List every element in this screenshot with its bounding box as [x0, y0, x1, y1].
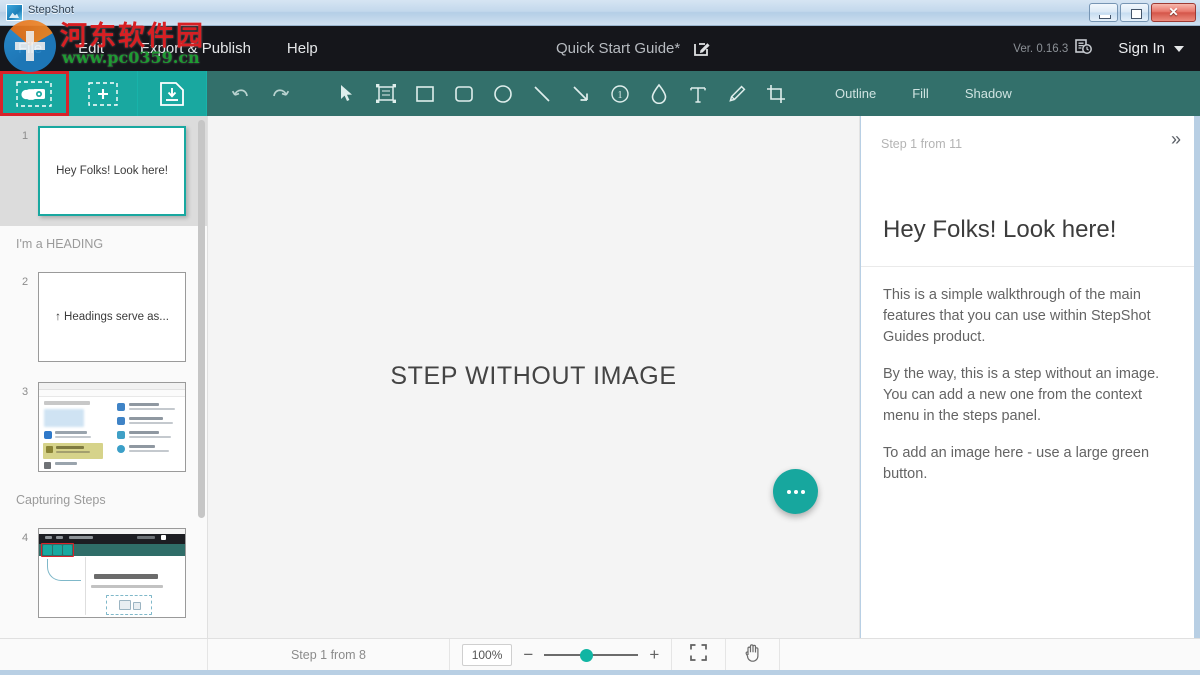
- zoom-out-button[interactable]: −: [523, 646, 533, 663]
- document-title-area: Quick Start Guide*: [556, 26, 711, 71]
- capture-screenshot-button[interactable]: [0, 71, 69, 116]
- close-button[interactable]: ✕: [1151, 3, 1196, 22]
- steps-panel[interactable]: 1 Hey Folks! Look here! I'm a HEADING 2 …: [0, 116, 208, 638]
- pointer-tool[interactable]: [327, 71, 366, 116]
- menu-help[interactable]: Help: [269, 26, 336, 71]
- blur-tool[interactable]: [639, 71, 678, 116]
- step-paragraph: To add an image here - use a large green…: [883, 443, 1172, 485]
- version-text: Ver. 0.16.3: [1013, 43, 1068, 55]
- svg-text:1: 1: [617, 90, 622, 101]
- step-number: 1: [22, 130, 28, 142]
- list-item[interactable]: 4: [0, 518, 207, 628]
- list-item[interactable]: 2 ↑ Headings serve as...: [0, 262, 207, 372]
- status-bar-left-spacer: [0, 639, 208, 670]
- window-title: StepShot: [28, 4, 74, 16]
- window-title-bar: StepShot ✕: [0, 0, 1200, 26]
- thumbnail-preview-image: [39, 529, 185, 617]
- edit-pencil-square-icon[interactable]: [694, 41, 711, 56]
- step-paragraph: By the way, this is a step without an im…: [883, 364, 1172, 427]
- shadow-property[interactable]: Shadow: [947, 71, 1030, 116]
- menu-export-publish[interactable]: Export & Publish: [122, 26, 269, 71]
- sign-in-label: Sign In: [1118, 40, 1165, 57]
- zoom-slider-handle[interactable]: [580, 649, 593, 662]
- stepshot-logo-icon: [6, 4, 23, 21]
- step-details-header: Step 1 from 11 »: [861, 116, 1194, 171]
- ellipse-tool[interactable]: [483, 71, 522, 116]
- highlighter-tool[interactable]: [717, 71, 756, 116]
- step-description[interactable]: This is a simple walkthrough of the main…: [861, 267, 1194, 485]
- history-tools-group: [221, 71, 299, 116]
- step-thumbnail[interactable]: [38, 382, 186, 472]
- outline-property[interactable]: Outline: [817, 71, 894, 116]
- thumbnail-preview-image: [39, 383, 185, 471]
- list-item[interactable]: 3: [0, 372, 207, 482]
- document-title: Quick Start Guide*: [556, 40, 680, 57]
- add-step-button[interactable]: [69, 71, 138, 116]
- step-thumbnail-text: ↑ Headings serve as...: [49, 311, 175, 323]
- editor-toolbar: 1: [0, 71, 1200, 116]
- step-options-button[interactable]: [773, 469, 818, 514]
- step-number: 3: [22, 386, 28, 398]
- zoom-in-button[interactable]: +: [649, 646, 659, 663]
- step-title[interactable]: Hey Folks! Look here!: [861, 171, 1194, 267]
- redo-button[interactable]: [260, 71, 299, 116]
- annotation-tools-group: 1: [327, 71, 795, 116]
- menu-items-group: File Edit Export & Publish Help: [0, 26, 336, 71]
- pan-tool-button[interactable]: [726, 639, 780, 670]
- zoom-controls: 100% − +: [450, 639, 672, 670]
- step-thumbnail[interactable]: Hey Folks! Look here!: [38, 126, 186, 216]
- chevron-down-icon: [1174, 46, 1184, 52]
- rounded-rectangle-tool[interactable]: [444, 71, 483, 116]
- text-tool[interactable]: [678, 71, 717, 116]
- main-menu-bar: File Edit Export & Publish Help Quick St…: [0, 26, 1200, 71]
- step-details-panel: Step 1 from 11 » Hey Folks! Look here! T…: [861, 116, 1194, 638]
- crop-tool[interactable]: [756, 71, 795, 116]
- step-thumbnail[interactable]: [38, 528, 186, 618]
- step-number: 4: [22, 532, 28, 544]
- steps-scrollbar[interactable]: [198, 120, 205, 518]
- zoom-level-value[interactable]: 100%: [462, 644, 513, 666]
- menu-right-group: Ver. 0.16.3 Sign In: [1013, 26, 1200, 71]
- canvas-placeholder-label: STEP WITHOUT IMAGE: [208, 362, 859, 391]
- release-notes-icon[interactable]: [1075, 38, 1092, 59]
- undo-button[interactable]: [221, 71, 260, 116]
- capture-tools-group: [0, 71, 207, 116]
- window-controls: ✕: [1089, 3, 1196, 22]
- step-paragraph: This is a simple walkthrough of the main…: [883, 285, 1172, 348]
- stepshot-application-window: StepShot ✕ File Edit Export & Publish He…: [0, 0, 1200, 675]
- arrow-tool[interactable]: [561, 71, 600, 116]
- list-item[interactable]: 5: [0, 628, 207, 638]
- step-thumbnail[interactable]: ↑ Headings serve as...: [38, 272, 186, 362]
- sign-in-button[interactable]: Sign In: [1118, 40, 1184, 57]
- section-heading[interactable]: I'm a HEADING: [0, 226, 207, 262]
- pan-hand-icon: [744, 643, 761, 667]
- minimize-button[interactable]: [1089, 3, 1118, 22]
- version-area[interactable]: Ver. 0.16.3: [1013, 38, 1092, 59]
- fit-to-screen-button[interactable]: [672, 639, 726, 670]
- canvas-step-counter: Step 1 from 8: [208, 639, 450, 670]
- step-number: 2: [22, 276, 28, 288]
- editor-canvas[interactable]: STEP WITHOUT IMAGE: [208, 116, 860, 638]
- step-number-tool[interactable]: 1: [600, 71, 639, 116]
- zoom-slider[interactable]: [544, 648, 638, 662]
- close-icon: ✕: [1152, 4, 1195, 21]
- status-bar: Step 1 from 8 100% − +: [0, 638, 1200, 670]
- fill-property[interactable]: Fill: [894, 71, 947, 116]
- select-object-tool[interactable]: [366, 71, 405, 116]
- step-thumbnail-text: Hey Folks! Look here!: [50, 165, 174, 177]
- ellipsis-icon: [787, 490, 805, 494]
- section-heading[interactable]: Capturing Steps: [0, 482, 207, 518]
- menu-file[interactable]: File: [0, 26, 60, 71]
- step-counter: Step 1 from 11: [881, 137, 962, 151]
- import-image-button[interactable]: [138, 71, 207, 116]
- shape-properties-group: Outline Fill Shadow: [817, 71, 1030, 116]
- maximize-button[interactable]: [1120, 3, 1149, 22]
- status-bar-filler: [780, 639, 1200, 670]
- list-item[interactable]: 1 Hey Folks! Look here!: [0, 116, 207, 226]
- fit-to-screen-icon: [690, 644, 707, 666]
- rectangle-tool[interactable]: [405, 71, 444, 116]
- line-tool[interactable]: [522, 71, 561, 116]
- menu-edit[interactable]: Edit: [60, 26, 122, 71]
- collapse-panel-icon[interactable]: »: [1171, 130, 1181, 148]
